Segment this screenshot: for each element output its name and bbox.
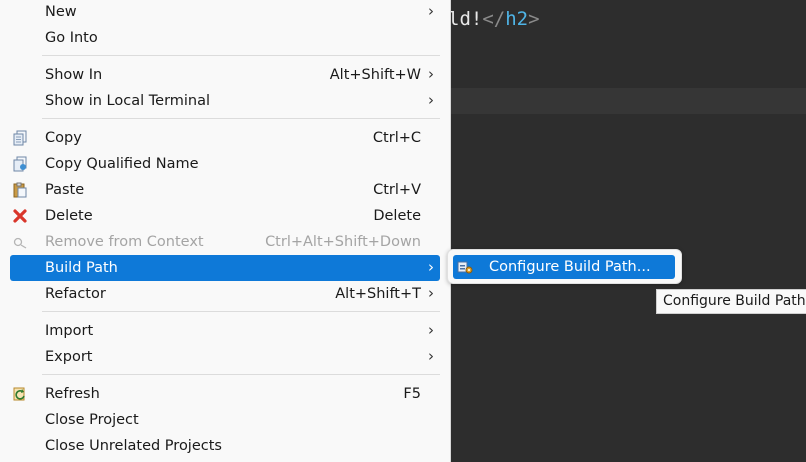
menu-item-label: Paste [45,182,85,198]
menu-item-new[interactable]: New › [10,0,440,25]
submenu-arrow-icon: › [428,347,434,365]
submenu-arrow-icon: › [428,258,434,276]
menu-item-copy-qualified-name[interactable]: Copy Qualified Name [10,151,440,177]
submenu-arrow-icon: › [428,65,434,83]
menu-item-label: Remove from Context [45,234,204,250]
menu-item-label: New [45,4,77,20]
submenu-arrow-icon: › [428,284,434,302]
menu-separator [42,374,440,375]
remove-context-icon [12,234,28,250]
configure-build-path-icon [457,259,473,275]
code-tag-open-punct: </ [482,8,506,30]
menu-item-close-unrelated-projects[interactable]: Close Unrelated Projects [10,433,440,459]
delete-icon [12,208,28,224]
menu-item-label: Show In [45,67,103,83]
menu-item-label: Close Unrelated Projects [45,438,222,454]
menu-item-build-path[interactable]: Build Path › [10,255,440,281]
editor-current-line-highlight [448,88,806,114]
menu-separator [42,55,440,56]
context-menu: New › Go Into Show In Alt+Shift+W › Show… [0,0,451,462]
menu-item-shortcut: F5 [403,386,421,402]
menu-item-label: Build Path [45,260,118,276]
code-tag-name: h2 [505,8,529,30]
menu-item-label: Show in Local Terminal [45,93,211,109]
submenu-arrow-icon: › [428,2,434,20]
menu-item-export[interactable]: Export › [10,344,440,370]
menu-item-label: Close Project [45,412,139,428]
menu-item-label: Refresh [45,386,100,402]
editor-code-line: ld!</h2> [448,6,540,32]
menu-item-show-in-local-terminal[interactable]: Show in Local Terminal › [10,88,440,114]
menu-item-go-into[interactable]: Go Into [10,25,440,51]
menu-item-show-in[interactable]: Show In Alt+Shift+W › [10,62,440,88]
menu-item-shortcut: Ctrl+Alt+Shift+Down [265,234,421,250]
tooltip: Configure Build Path [656,289,806,314]
menu-item-label: Delete [45,208,93,224]
menu-separator [42,311,440,312]
menu-item-label: Configure Build Path... [489,259,651,275]
submenu-arrow-icon: › [428,91,434,109]
menu-item-label: Refactor [45,286,106,302]
code-tag-close-punct: > [528,8,540,30]
copy-icon [12,130,28,146]
menu-item-label: Copy Qualified Name [45,156,199,172]
paste-icon [12,182,28,198]
code-text: ld! [448,8,483,30]
menu-item-label: Export [45,349,93,365]
menu-separator [42,118,440,119]
menu-item-refactor[interactable]: Refactor Alt+Shift+T › [10,281,440,307]
menu-item-copy[interactable]: Copy Ctrl+C [10,125,440,151]
refresh-icon [12,386,28,402]
menu-item-paste[interactable]: Paste Ctrl+V [10,177,440,203]
menu-item-remove-from-context: Remove from Context Ctrl+Alt+Shift+Down [10,229,440,255]
menu-item-refresh[interactable]: Refresh F5 [10,381,440,407]
menu-item-shortcut: Alt+Shift+T [335,286,421,302]
menu-item-shortcut: Ctrl+V [373,182,421,198]
menu-item-shortcut: Alt+Shift+W [329,67,421,83]
menu-item-configure-build-path[interactable]: Configure Build Path... [453,255,675,279]
menu-item-shortcut: Delete [373,208,421,224]
submenu-arrow-icon: › [428,321,434,339]
menu-item-close-project[interactable]: Close Project [10,407,440,433]
menu-item-label: Go Into [45,30,98,46]
menu-item-shortcut: Ctrl+C [372,130,421,146]
copy-qualified-name-icon [12,156,28,172]
build-path-submenu: Configure Build Path... [447,249,682,284]
menu-item-import[interactable]: Import › [10,318,440,344]
menu-item-delete[interactable]: Delete Delete [10,203,440,229]
menu-item-label: Import [45,323,94,339]
menu-item-label: Copy [45,130,82,146]
